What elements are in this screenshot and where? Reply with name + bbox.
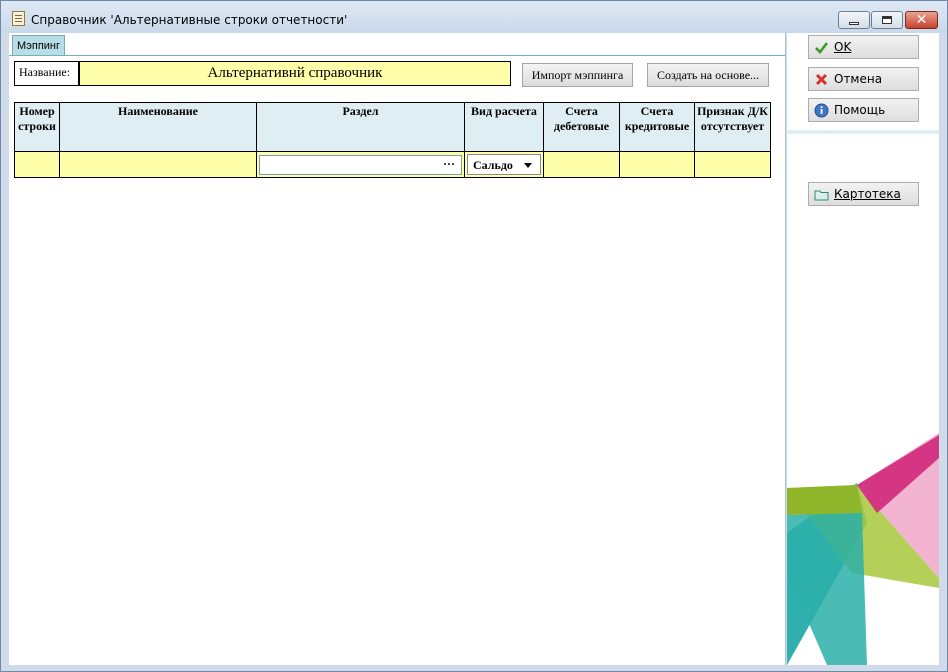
import-mapping-button[interactable]: Импорт мэппинга: [522, 63, 633, 87]
cell-dk-flag[interactable]: [694, 151, 771, 178]
cell-row-number[interactable]: [14, 151, 60, 178]
create-based-on-button[interactable]: Создать на основе...: [647, 63, 769, 87]
help-button[interactable]: Помощь: [808, 98, 919, 122]
table-header-row: Номер строки Наименование Раздел Вид рас…: [14, 102, 771, 152]
column-header-row-number[interactable]: Номер строки: [14, 102, 60, 152]
maximize-button[interactable]: [871, 11, 903, 29]
cancel-button[interactable]: Отмена: [808, 67, 919, 91]
minimize-icon: [849, 21, 859, 25]
name-label: Название:: [14, 61, 79, 86]
calc-type-dropdown[interactable]: Сальдо: [467, 154, 541, 175]
column-header-calc-type[interactable]: Вид расчета: [464, 102, 544, 152]
folder-icon: [814, 190, 829, 201]
calc-type-value: Сальдо: [473, 158, 513, 172]
cardfile-label: Картотека: [834, 187, 901, 201]
sidebar-separator: [787, 129, 939, 135]
help-label: Помощь: [834, 103, 886, 117]
close-button[interactable]: ✕: [905, 11, 938, 29]
window-title: Справочник 'Альтернативные строки отчетн…: [31, 13, 348, 27]
mapping-table: Номер строки Наименование Раздел Вид рас…: [14, 102, 771, 178]
name-field[interactable]: Альтернативнй справочник: [79, 61, 511, 86]
column-header-credit-accounts[interactable]: Счета кредитовые: [619, 102, 695, 152]
cell-credit-accounts[interactable]: [619, 151, 695, 178]
cell-name[interactable]: [59, 151, 257, 178]
tab-mapping[interactable]: Мэппинг: [12, 35, 65, 56]
cell-debit-accounts[interactable]: [543, 151, 620, 178]
column-header-section[interactable]: Раздел: [256, 102, 465, 152]
main-panel: Мэппинг Название: Альтернативнй справочн…: [9, 33, 786, 665]
ellipsis-button[interactable]: ···: [443, 156, 455, 172]
main-window: Справочник 'Альтернативные строки отчетн…: [0, 0, 948, 672]
cell-calc-type: Сальдо: [464, 151, 544, 178]
decorative-graphic: [787, 433, 939, 665]
column-header-dk-flag[interactable]: Признак Д/К отсутствует: [694, 102, 771, 152]
cell-section: ···: [256, 151, 465, 178]
close-icon: ✕: [915, 12, 928, 28]
chevron-down-icon: [524, 163, 532, 168]
minimize-button[interactable]: [838, 11, 870, 29]
maximize-icon: [882, 16, 892, 24]
column-header-debit-accounts[interactable]: Счета дебетовые: [543, 102, 620, 152]
action-sidebar: OK Отмена Помощь Картотека: [787, 33, 939, 665]
checkmark-icon: [815, 42, 829, 54]
cardfile-button[interactable]: Картотека: [808, 182, 919, 206]
title-bar[interactable]: Справочник 'Альтернативные строки отчетн…: [1, 1, 947, 33]
cancel-label: Отмена: [834, 72, 883, 86]
ok-button[interactable]: OK: [808, 35, 919, 59]
tab-divider: [9, 55, 785, 56]
table-row: ··· Сальдо: [14, 151, 771, 178]
document-icon: [12, 11, 25, 26]
info-icon: [814, 103, 829, 118]
column-header-name[interactable]: Наименование: [59, 102, 257, 152]
section-input[interactable]: ···: [259, 154, 462, 175]
ok-label: OK: [834, 40, 852, 54]
cross-icon: [815, 73, 828, 86]
